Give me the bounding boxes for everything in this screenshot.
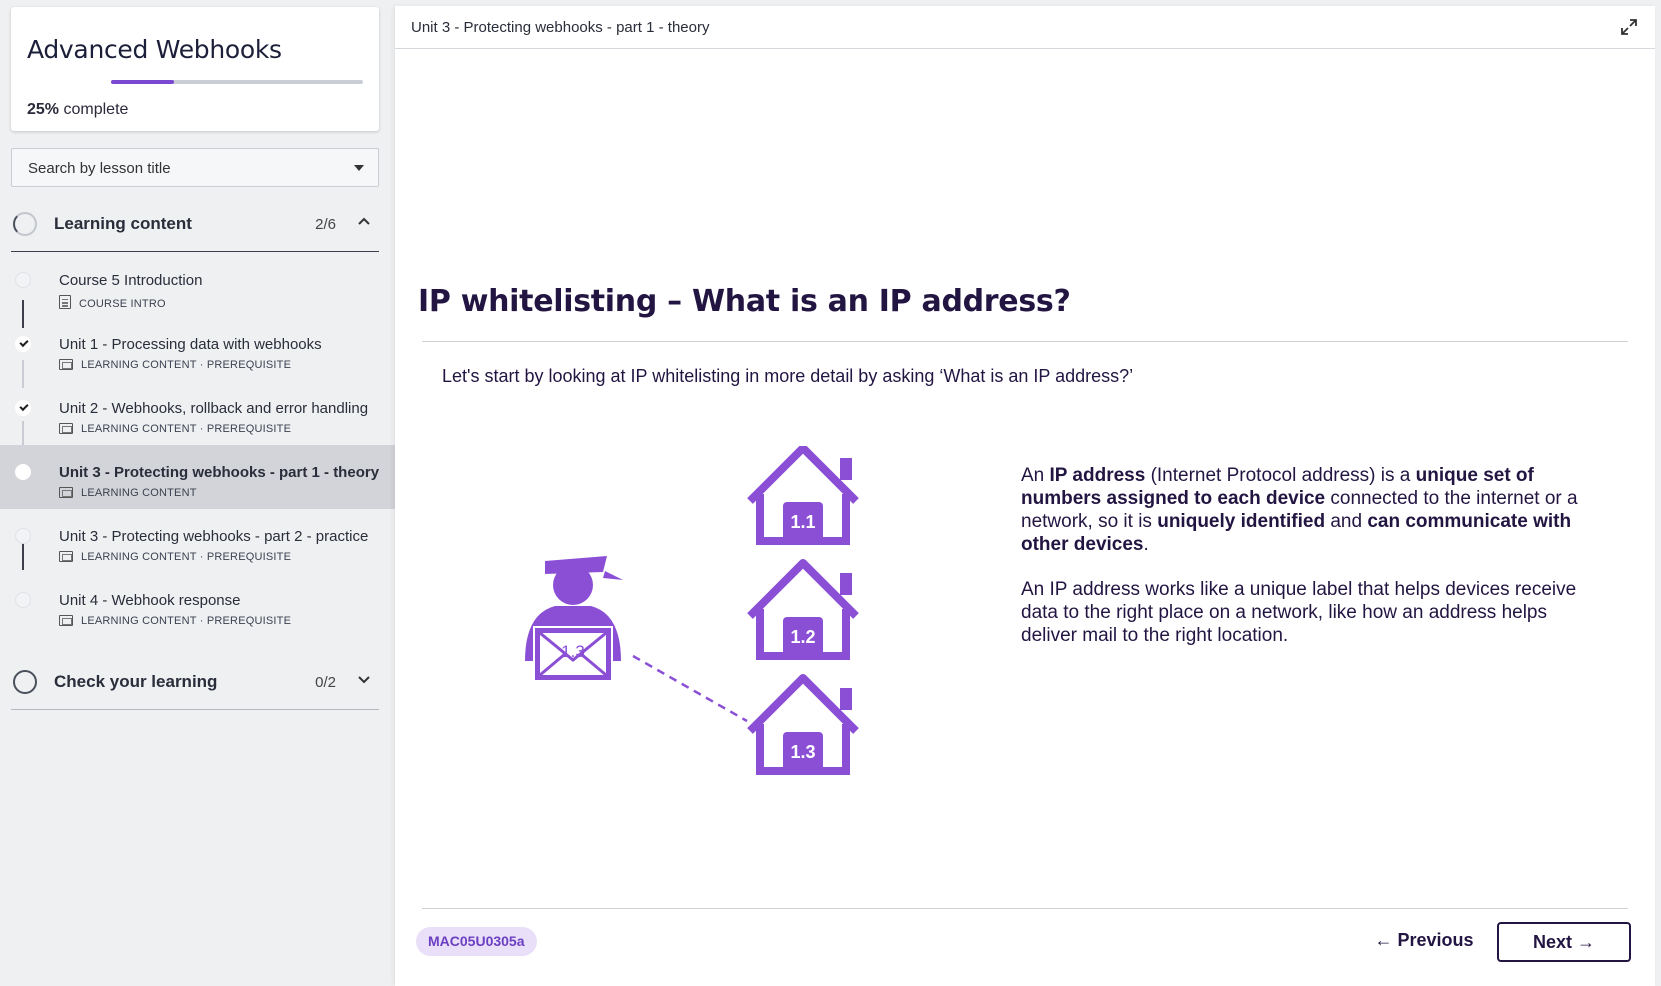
lesson-item[interactable]: Unit 2 - Webhooks, rollback and error ha…	[0, 381, 395, 445]
previous-button[interactable]: ← Previous	[1360, 920, 1488, 960]
slides-icon	[59, 615, 73, 626]
text-run: An	[1021, 465, 1050, 486]
paragraph-ip-definition: An IP address (Internet Protocol address…	[1021, 464, 1591, 556]
slides-icon	[59, 487, 73, 498]
explanation-text: An IP address (Internet Protocol address…	[1021, 464, 1591, 669]
lesson-item[interactable]: Unit 3 - Protecting webhooks - part 2 - …	[0, 509, 395, 573]
check-icon	[15, 336, 31, 352]
progress-suffix: complete	[63, 101, 129, 118]
progress-ring-icon	[13, 212, 37, 236]
section-title: Learning content	[54, 214, 192, 233]
caret-down-icon	[354, 165, 364, 171]
chevron-down-icon	[358, 676, 370, 684]
lesson-name: Course 5 Introduction	[59, 272, 203, 289]
bold-run: IP address	[1049, 465, 1146, 486]
text-run: (Internet Protocol address) is a	[1145, 465, 1416, 486]
lesson-meta: COURSE INTRO	[59, 295, 166, 310]
envelope-label: 1.3	[561, 642, 585, 661]
expand-icon[interactable]	[1620, 18, 1638, 36]
breadcrumb: Unit 3 - Protecting webhooks - part 1 - …	[411, 19, 710, 36]
house-label: 1.2	[790, 627, 815, 647]
progress-fill	[111, 80, 174, 84]
lesson-item[interactable]: Course 5 Introduction COURSE INTRO	[0, 253, 395, 317]
delivery-path	[632, 654, 748, 723]
lesson-meta-text: LEARNING CONTENT	[81, 487, 197, 499]
course-card: Advanced Webhooks 25% complete	[11, 7, 379, 131]
text-run: and	[1325, 511, 1368, 532]
lesson-meta: LEARNING CONTENT · PREREQUISITE	[59, 359, 291, 371]
lesson-item[interactable]: Unit 1 - Processing data with webhooks L…	[0, 317, 395, 381]
page-title: IP whitelisting – What is an IP address?	[418, 284, 1071, 319]
section-check-your-learning[interactable]: Check your learning 0/2	[11, 654, 379, 710]
lesson-name: Unit 1 - Processing data with webhooks	[59, 336, 322, 353]
lesson-search-dropdown[interactable]: Search by lesson title	[11, 148, 379, 187]
intro-text: Let's start by looking at IP whitelistin…	[442, 366, 1134, 386]
paragraph-ip-analogy: An IP address works like a unique label …	[1021, 579, 1577, 646]
chevron-up-icon	[358, 217, 370, 225]
slides-icon	[59, 423, 73, 434]
slides-icon	[59, 551, 73, 562]
course-progress-bar	[111, 80, 363, 84]
lesson-code-badge: MAC05U0305a	[416, 927, 537, 956]
progress-text: 25% complete	[27, 101, 128, 119]
title-divider	[422, 341, 1628, 342]
lesson-item[interactable]: Unit 4 - Webhook response LEARNING CONTE…	[0, 573, 395, 637]
house-label: 1.1	[790, 512, 815, 532]
progress-ring-icon	[13, 670, 37, 694]
slides-icon	[59, 359, 73, 370]
section-learning-content[interactable]: Learning content 2/6	[11, 196, 379, 252]
lesson-status-dot	[15, 272, 31, 288]
lesson-name: Unit 3 - Protecting webhooks - part 2 - …	[59, 528, 369, 545]
section-count: 0/2	[315, 674, 336, 691]
lesson-status-dot	[15, 464, 31, 480]
text-run: .	[1143, 534, 1149, 555]
next-button[interactable]: Next →	[1497, 922, 1631, 962]
search-placeholder: Search by lesson title	[28, 160, 171, 177]
lesson-meta: LEARNING CONTENT · PREREQUISITE	[59, 423, 291, 435]
lesson-content-panel: Unit 3 - Protecting webhooks - part 1 - …	[395, 6, 1655, 986]
course-title: Advanced Webhooks	[27, 35, 282, 64]
lesson-name: Unit 3 - Protecting webhooks - part 1 - …	[59, 464, 380, 481]
lesson-meta-text: COURSE INTRO	[79, 298, 166, 310]
lesson-meta-text: LEARNING CONTENT · PREREQUISITE	[81, 423, 292, 435]
lesson-status-dot	[15, 528, 31, 544]
section-divider	[11, 709, 379, 710]
lesson-item-current[interactable]: Unit 3 - Protecting webhooks - part 1 - …	[0, 445, 395, 509]
lesson-meta: LEARNING CONTENT · PREREQUISITE	[59, 551, 291, 563]
course-sidebar: Advanced Webhooks 25% complete Search by…	[0, 0, 395, 986]
lesson-meta-text: LEARNING CONTENT · PREREQUISITE	[81, 359, 292, 371]
lesson-meta: LEARNING CONTENT · PREREQUISITE	[59, 615, 291, 627]
lesson-meta-text: LEARNING CONTENT · PREREQUISITE	[81, 551, 292, 563]
lesson-meta-text: LEARNING CONTENT · PREREQUISITE	[81, 615, 292, 627]
section-count: 2/6	[315, 216, 336, 233]
lesson-status-dot	[15, 592, 31, 608]
bold-run: uniquely identified	[1157, 511, 1326, 532]
section-divider	[11, 251, 379, 252]
ip-address-illustration: 1.3 1.1 1.2 1.3	[525, 446, 859, 775]
lesson-name: Unit 2 - Webhooks, rollback and error ha…	[59, 400, 369, 417]
mail-carrier-icon	[525, 556, 623, 682]
progress-percent: 25%	[27, 101, 60, 118]
lesson-name: Unit 4 - Webhook response	[59, 592, 241, 609]
footer-divider	[422, 908, 1628, 909]
section-title: Check your learning	[54, 672, 218, 691]
check-icon	[15, 400, 31, 416]
lesson-meta: LEARNING CONTENT	[59, 487, 197, 499]
house-label: 1.3	[790, 742, 815, 762]
document-icon	[59, 295, 71, 309]
content-topbar: Unit 3 - Protecting webhooks - part 1 - …	[395, 6, 1655, 49]
